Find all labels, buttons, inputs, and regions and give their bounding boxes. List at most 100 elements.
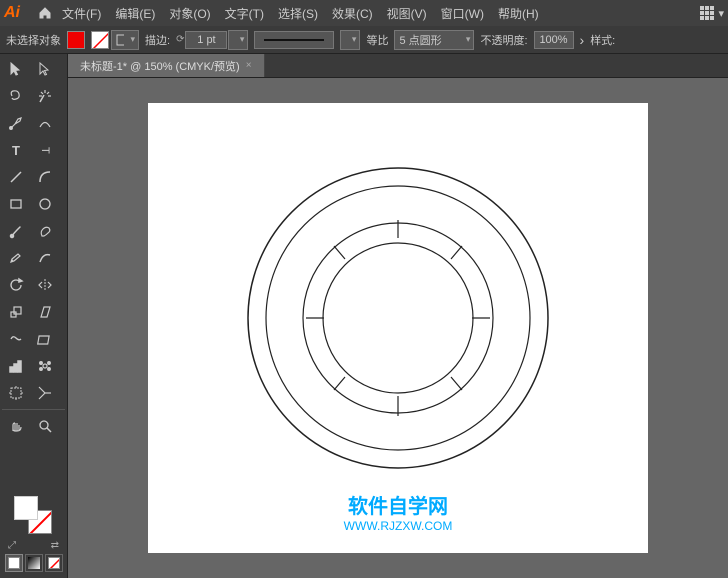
rotate-tool[interactable] [2, 272, 30, 298]
tool-row-9 [2, 272, 65, 298]
menu-items: 文件(F) 编辑(E) 对象(O) 文字(T) 选择(S) 效果(C) 视图(V… [56, 3, 700, 24]
scale-tool[interactable] [2, 299, 30, 325]
stroke-swatch[interactable] [91, 31, 109, 49]
color-swatches [11, 496, 57, 538]
gradient-mode-btn[interactable] [25, 554, 43, 572]
graph-tool[interactable] [2, 353, 30, 379]
tool-row-14 [2, 413, 65, 439]
workspace: T T [0, 54, 728, 578]
workspace-icon[interactable] [700, 6, 714, 20]
hand-tool[interactable] [2, 413, 30, 439]
options-bar: 未选择对象 描边: ⟳ 等比 5 点圆形 不透明度: › 样式: [0, 26, 728, 54]
variable-width-dropdown[interactable]: 5 点圆形 [394, 30, 474, 50]
line-label: 等比 [366, 32, 388, 48]
watermark: 软件自学网 WWW.RJZXW.COM [344, 490, 453, 533]
direct-selection-tool[interactable] [31, 56, 59, 82]
style-label: 样式: [590, 32, 615, 48]
canvas-area: 未标题-1* @ 150% (CMYK/预览) × [68, 54, 728, 578]
menu-select[interactable]: 选择(S) [272, 3, 324, 24]
workspace-dropdown[interactable]: ▾ [718, 7, 724, 20]
stroke-unit-dropdown[interactable] [228, 30, 248, 50]
menu-window[interactable]: 窗口(W) [435, 3, 490, 24]
menu-edit[interactable]: 编辑(E) [109, 3, 161, 24]
color-area: ⤢ ⇄ [2, 492, 65, 576]
tab-title: 未标题-1* @ 150% (CMYK/预览) [80, 58, 240, 74]
watermark-sub-text: WWW.RJZXW.COM [344, 519, 453, 533]
tool-row-10 [2, 299, 65, 325]
tool-row-5 [2, 164, 65, 190]
stroke-input[interactable] [185, 31, 227, 49]
menu-effect[interactable]: 效果(C) [326, 3, 379, 24]
menu-view[interactable]: 视图(V) [381, 3, 433, 24]
toolbar: T T [0, 54, 68, 578]
artboard-tool[interactable] [2, 380, 30, 406]
vertical-type-tool[interactable]: T [31, 137, 59, 163]
pencil-tool[interactable] [2, 245, 30, 271]
tool-row-12 [2, 353, 65, 379]
tool-row-3 [2, 110, 65, 136]
tool-row-6 [2, 191, 65, 217]
tool-row-11 [2, 326, 65, 352]
free-transform-tool[interactable] [31, 326, 59, 352]
ellipse-tool[interactable] [31, 191, 59, 217]
tool-row-4: T T [2, 137, 65, 163]
tool-row-1 [2, 56, 65, 82]
stroke-line-dropdown[interactable] [340, 30, 360, 50]
zoom-tool[interactable] [31, 413, 59, 439]
watermark-main-text: 软件自学网 [344, 490, 453, 519]
menu-bar: Ai 文件(F) 编辑(E) 对象(O) 文字(T) 选择(S) 效果(C) 视… [0, 0, 728, 26]
menu-help[interactable]: 帮助(H) [492, 3, 545, 24]
stroke-style-dropdown[interactable] [111, 30, 139, 50]
swap-colors-icon[interactable]: ⇄ [51, 540, 59, 551]
shear-tool[interactable] [31, 299, 59, 325]
normal-mode-btn[interactable] [5, 554, 23, 572]
tool-row-8 [2, 245, 65, 271]
artwork-svg [218, 148, 578, 508]
stroke-spin-icon: ⟳ [176, 34, 184, 45]
opacity-label: 不透明度: [480, 32, 527, 48]
menu-object[interactable]: 对象(O) [163, 3, 216, 24]
symbol-tool[interactable] [31, 353, 59, 379]
document-tab[interactable]: 未标题-1* @ 150% (CMYK/预览) × [68, 54, 265, 77]
stroke-swatch-group [91, 30, 139, 50]
right-icons: ▾ [700, 6, 724, 20]
stroke-value-group: ⟳ [176, 30, 248, 50]
menu-file[interactable]: 文件(F) [56, 3, 107, 24]
blob-brush-tool[interactable] [31, 218, 59, 244]
tool-row-2 [2, 83, 65, 109]
canvas-document: 软件自学网 WWW.RJZXW.COM [148, 103, 648, 553]
reset-colors-icon[interactable]: ⤢ [8, 540, 16, 551]
stroke-label: 描边: [145, 32, 170, 48]
canvas-white: 软件自学网 WWW.RJZXW.COM [68, 78, 728, 578]
reflect-tool[interactable] [31, 272, 59, 298]
selection-tool[interactable] [2, 56, 30, 82]
rect-tool[interactable] [2, 191, 30, 217]
tab-close-button[interactable]: × [246, 60, 252, 71]
pen-tool[interactable] [2, 110, 30, 136]
menu-type[interactable]: 文字(T) [219, 3, 270, 24]
none-mode-btn[interactable] [45, 554, 63, 572]
arc-tool[interactable] [31, 164, 59, 190]
opacity-input[interactable] [534, 31, 574, 49]
stroke-line-preview[interactable] [254, 31, 334, 49]
paintbrush-tool[interactable] [2, 218, 30, 244]
opacity-expand[interactable]: › [580, 32, 585, 48]
warp-tool[interactable] [2, 326, 30, 352]
home-icon[interactable] [34, 2, 56, 24]
app-logo: Ai [4, 4, 28, 22]
curvature-tool[interactable] [31, 110, 59, 136]
lasso-tool[interactable] [2, 83, 30, 109]
tool-row-13 [2, 380, 65, 406]
fill-stroke-modes [4, 554, 63, 572]
tool-row-7 [2, 218, 65, 244]
slice-tool[interactable] [31, 380, 59, 406]
fill-swatch[interactable] [67, 31, 85, 49]
no-selection-label: 未选择对象 [6, 32, 61, 48]
type-tool[interactable]: T [2, 137, 30, 163]
tab-bar: 未标题-1* @ 150% (CMYK/预览) × [68, 54, 728, 78]
foreground-color-swatch[interactable] [14, 496, 38, 520]
line-tool[interactable] [2, 164, 30, 190]
smooth-tool[interactable] [31, 245, 59, 271]
color-controls: ⤢ ⇄ [4, 540, 63, 551]
magic-wand-tool[interactable] [31, 83, 59, 109]
